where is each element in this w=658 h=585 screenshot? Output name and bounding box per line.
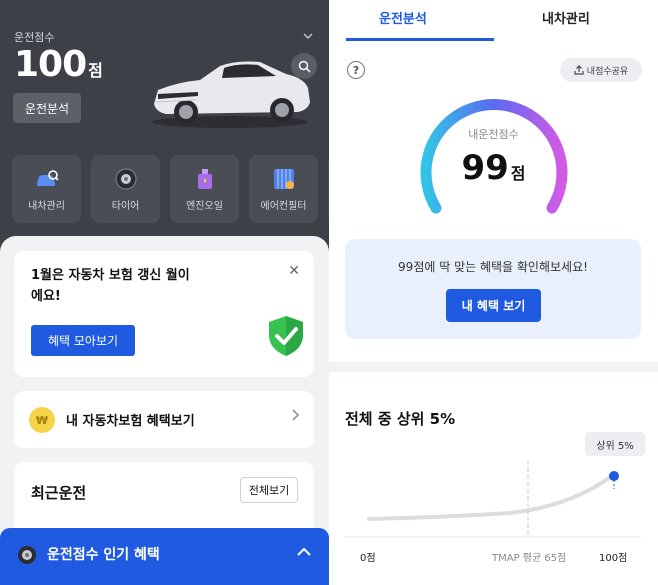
car-search-icon [35,167,59,191]
chevron-down-icon[interactable] [303,32,313,43]
gauge-score-number: 99 [461,148,509,188]
left-panel: 운전점수 100 점 운전분석 내차관리 타이어 엔진오일 에어컨필터 1월은 … [0,0,329,585]
tile-label: 엔진오일 [186,200,223,212]
benefit-text: 99점에 딱 맞는 혜택을 확인해보세요! [398,260,588,274]
gauge-score: 99 점 [329,148,658,188]
benefit-box: 99점에 딱 맞는 혜택을 확인해보세요! 내 혜택 보기 [345,239,641,339]
share-icon [574,65,584,75]
chevron-up-icon[interactable] [297,542,311,560]
active-tab-indicator [346,38,494,41]
help-icon[interactable]: ? [347,61,365,79]
insurance-promo-card: 1월은 자동차 보험 갱신 월이에요! ✕ 혜택 모아보기 [14,251,314,377]
view-all-button[interactable]: 전체보기 [240,477,298,503]
popular-benefits-text: 운전점수 인기 혜택 [47,547,160,563]
distribution-curve [367,474,614,521]
axis-min-label: 0점 [360,553,376,564]
tile-label: 에어컨필터 [260,200,307,212]
collect-benefits-button[interactable]: 혜택 모아보기 [31,325,135,356]
axis-average-label: TMAP 평균 65점 [492,553,567,564]
score-unit: 점 [88,61,103,80]
insurance-benefit-card[interactable]: ₩ 내 자동차보험 혜택보기 [14,391,314,448]
my-benefits-button[interactable]: 내 혜택 보기 [446,289,541,322]
tile-aircon-filter[interactable]: 에어컨필터 [249,155,318,223]
insurance-benefit-text: 내 자동차보험 혜택보기 [66,414,195,429]
tile-engine-oil[interactable]: 엔진오일 [170,155,239,223]
tire-icon [18,546,36,564]
promo-title: 1월은 자동차 보험 갱신 월이에요! [31,268,190,304]
car-image [152,61,310,128]
tile-label: 타이어 [111,200,140,212]
recent-driving-title: 최근운전 [31,484,87,502]
score-label: 운전점수 [14,31,55,44]
gauge-label: 내운전점수 [468,128,519,141]
tab-car-management[interactable]: 내차관리 [542,8,590,27]
share-score-button[interactable]: 내점수공유 [560,58,642,82]
engine-oil-icon [193,167,217,191]
section-divider [329,362,658,372]
tile-car-management[interactable]: 내차관리 [12,155,81,223]
share-label: 내점수공유 [586,66,629,77]
aircon-filter-icon [272,167,296,191]
tire-icon [114,167,138,191]
tile-tire[interactable]: 타이어 [91,155,160,223]
driving-analysis-button[interactable]: 운전분석 [13,93,81,123]
axis-max-label: 100점 [599,553,628,564]
shield-check-icon [269,316,303,356]
score-number: 100 [14,44,87,85]
gauge-score-unit: 점 [510,164,526,183]
chevron-right-icon [292,409,300,425]
score-value: 100 점 [14,44,103,85]
my-score-point [609,471,619,481]
top-percent-tooltip: 상위 5% [585,432,645,456]
tile-label: 내차관리 [28,200,65,212]
close-icon[interactable]: ✕ [288,263,300,279]
right-panel: 운전분석 내차관리 ? 내점수공유 내운전점수 99 점 99점에 딱 맞는 혜택… [329,0,658,585]
service-tiles: 내차관리 타이어 엔진오일 에어컨필터 에어 [12,155,329,223]
coin-icon: ₩ [29,407,55,433]
popular-benefits-bar[interactable]: 운전점수 인기 혜택 [0,528,329,585]
tab-driving-analysis[interactable]: 운전분석 [379,8,427,27]
